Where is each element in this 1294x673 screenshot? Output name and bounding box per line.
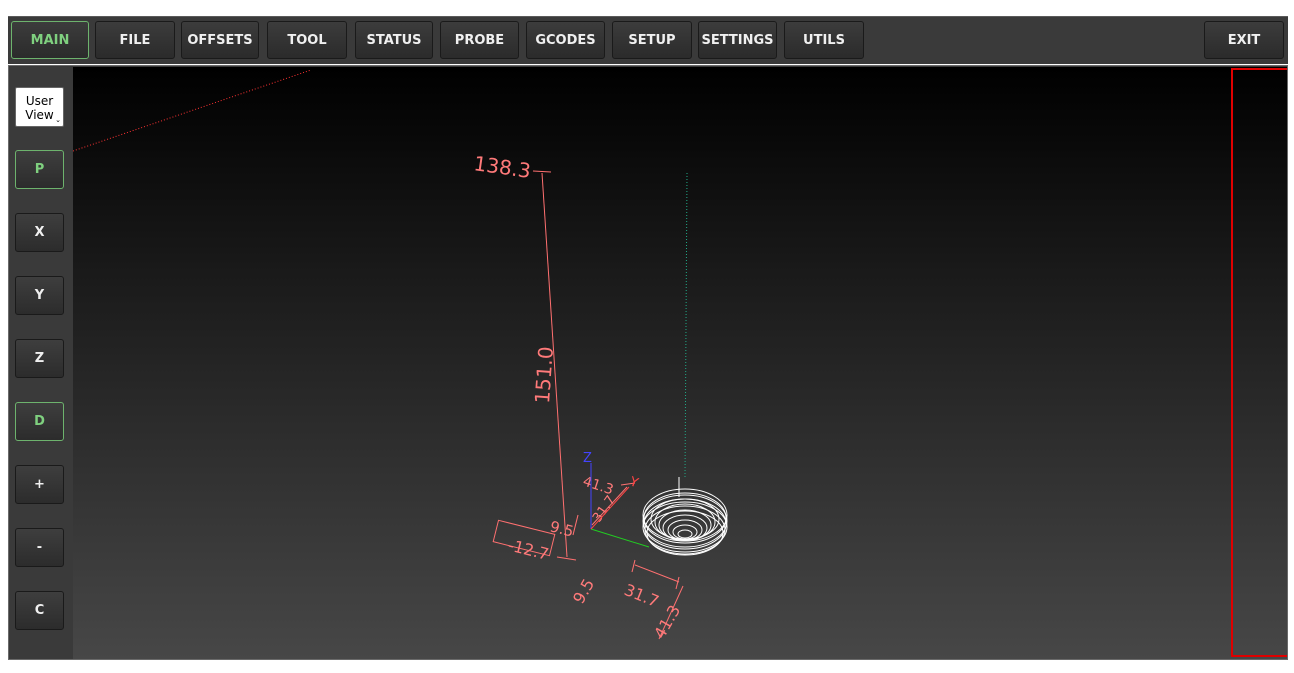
tab-utils[interactable]: UTILS [784,21,864,59]
app-window: MAIN FILE OFFSETS TOOL STATUS PROBE GCOD… [0,0,1294,673]
tab-tool[interactable]: TOOL [267,21,347,59]
z-axis-label: Z [583,451,592,466]
tab-gcodes[interactable]: GCODES [526,21,605,59]
dim-inner-x-label: 41.3 [581,474,616,499]
tab-settings[interactable]: SETTINGS [698,21,777,59]
tab-file[interactable]: FILE [95,21,175,59]
rapid-move-line [73,69,312,152]
zoom-out-button[interactable]: - [15,528,64,567]
view-select-line1: User [25,94,54,108]
y-axis-line [590,528,650,548]
chevron-down-icon: ⌄ [55,116,61,124]
exit-button[interactable]: EXIT [1204,21,1284,59]
clear-button[interactable]: C [15,591,64,630]
tab-offsets[interactable]: OFFSETS [181,21,259,59]
dimension-lines [492,170,684,640]
view-p-button[interactable]: P [15,150,64,189]
view-z-button[interactable]: Z [15,339,64,378]
dimensions-toggle-button[interactable]: D [15,402,64,441]
toolpath-spiral [642,477,728,556]
tool-path-line [684,172,688,478]
tab-setup[interactable]: SETUP [612,21,692,59]
dim-small-b-label: 9.5 [569,575,598,607]
view-toolbar: User View ⌄ P X Y Z D + - C [9,66,73,659]
gcode-preview-canvas[interactable]: 138.3 151.0 -12.7 9.5 9.5 31.7 41.3 41.3… [73,67,1287,659]
dim-small-a-label: 9.5 [548,517,576,540]
dim-height-label: 151.0 [530,346,558,405]
view-x-button[interactable]: X [15,213,64,252]
tab-bar: MAIN FILE OFFSETS TOOL STATUS PROBE GCOD… [8,16,1288,64]
dim-inner-y-label: 31.7 [590,493,619,525]
tab-status[interactable]: STATUS [355,21,433,59]
zoom-in-button[interactable]: + [15,465,64,504]
dim-x-offset-label: -12.7 [506,535,551,563]
view-select[interactable]: User View ⌄ [15,87,64,127]
dim-y-len-label: 31.7 [622,580,662,611]
main-panel: User View ⌄ P X Y Z D + - C 138.3 151.0 … [8,65,1288,660]
status-bar [0,661,1294,673]
view-y-button[interactable]: Y [15,276,64,315]
dim-total-z-label: 138.3 [472,151,532,183]
selection-box [1231,68,1287,657]
y-axis-label: Y [627,474,640,491]
tab-probe[interactable]: PROBE [440,21,519,59]
dimension-labels: 138.3 151.0 -12.7 9.5 9.5 31.7 41.3 41.3… [472,151,684,642]
tab-main[interactable]: MAIN [11,21,89,59]
